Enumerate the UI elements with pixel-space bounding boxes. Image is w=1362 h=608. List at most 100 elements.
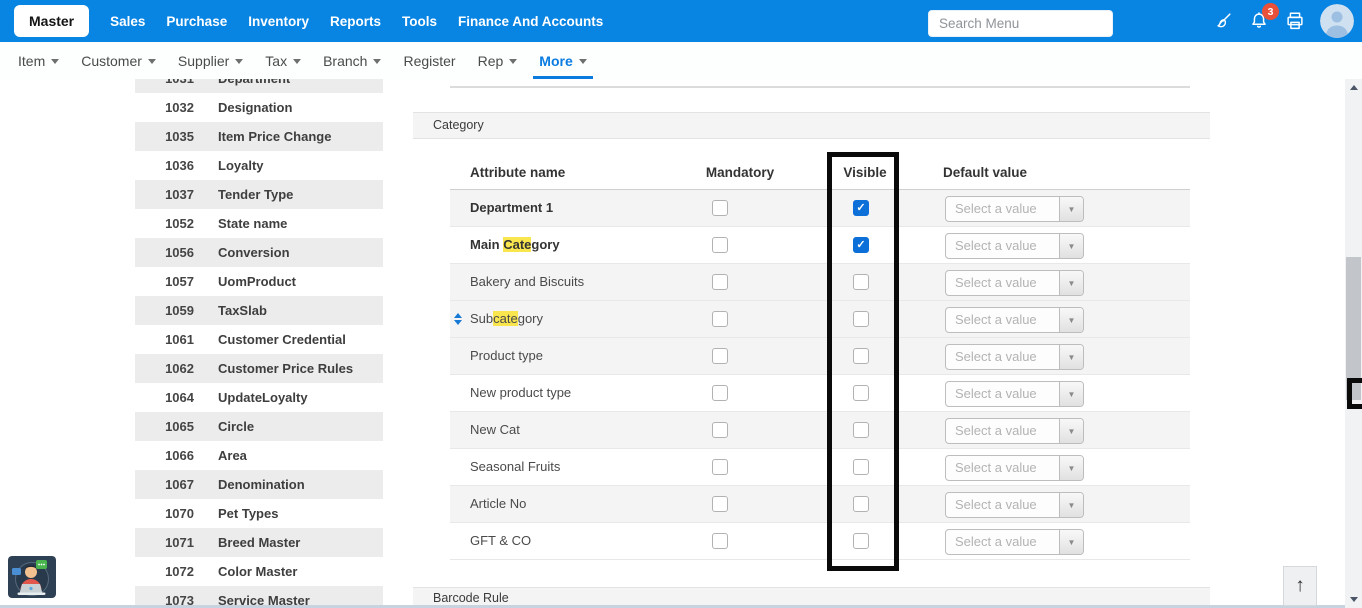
default-value-dropdown[interactable]: Select a value ▼ [945,381,1084,407]
default-value-dropdown[interactable]: Select a value ▼ [945,455,1084,481]
subnav-item-register[interactable]: Register [403,42,455,79]
subnav-item-label: Item [18,53,45,69]
sidebar-master-item-denomination[interactable]: 1067 Denomination [135,470,383,499]
sidebar-master-item-tender-type[interactable]: 1037 Tender Type [135,180,383,209]
sidebar-master-item-area[interactable]: 1066 Area [135,441,383,470]
mandatory-checkbox[interactable] [712,237,728,253]
sidebar-master-item-circle[interactable]: 1065 Circle [135,412,383,441]
visible-checkbox[interactable] [853,459,869,475]
subnav-item-more[interactable]: More [539,42,586,79]
visible-checkbox[interactable] [853,422,869,438]
topnav-item-sales[interactable]: Sales [110,14,145,29]
visible-checkbox[interactable] [853,311,869,327]
category-attribute-table: Attribute name Mandatory Visible Default… [450,160,1190,560]
topnav-item-tools[interactable]: Tools [402,14,437,29]
attribute-name: Bakery and Biscuits [470,264,584,300]
topnav-item-finance-and-accounts[interactable]: Finance And Accounts [458,14,603,29]
sidebar-master-item-updateloyalty[interactable]: 1064 UpdateLoyalty [135,383,383,412]
sidebar-master-item-state-name[interactable]: 1052 State name [135,209,383,238]
topnav-item-inventory[interactable]: Inventory [248,14,309,29]
sidebar-master-item-designation[interactable]: 1032 Designation [135,93,383,122]
printer-icon[interactable] [1284,10,1306,32]
visible-checkbox[interactable] [853,348,869,364]
sidebar-master-item-uomproduct[interactable]: 1057 UomProduct [135,267,383,296]
default-value-dropdown[interactable]: Select a value ▼ [945,418,1084,444]
table-body: Department 1 ✓ Select a value ▼ Main Cat… [450,190,1190,560]
attribute-row-new-product-type: New product type Select a value ▼ [450,375,1190,412]
mandatory-checkbox[interactable] [712,533,728,549]
sidebar-master-item-department[interactable]: 1031 Department [135,79,383,93]
master-item-label: UomProduct [218,274,296,289]
subnav-item-tax[interactable]: Tax [265,42,301,79]
sidebar-master-item-taxslab[interactable]: 1059 TaxSlab [135,296,383,325]
default-value-dropdown[interactable]: Select a value ▼ [945,270,1084,296]
master-item-id: 1065 [135,419,194,434]
scrollbar-down-arrow[interactable] [1345,591,1362,608]
topnav-item-purchase[interactable]: Purchase [166,14,227,29]
default-value-dropdown[interactable]: Select a value ▼ [945,529,1084,555]
master-item-id: 1072 [135,564,194,579]
dropdown-placeholder: Select a value [946,308,1059,332]
visible-checkbox[interactable] [853,533,869,549]
mandatory-checkbox[interactable] [712,422,728,438]
scrollbar-up-arrow[interactable] [1345,79,1362,96]
topnav-item-reports[interactable]: Reports [330,14,381,29]
mandatory-checkbox[interactable] [712,459,728,475]
master-item-label: TaxSlab [218,303,267,318]
default-value-dropdown[interactable]: Select a value ▼ [945,196,1084,222]
sidebar-master-item-loyalty[interactable]: 1036 Loyalty [135,151,383,180]
sidebar-master-item-conversion[interactable]: 1056 Conversion [135,238,383,267]
col-header-mandatory: Mandatory [694,165,786,180]
search-input[interactable] [928,10,1113,37]
mandatory-checkbox[interactable] [712,385,728,401]
topbar-icons: 3 [1212,0,1354,42]
subnav-item-supplier[interactable]: Supplier [178,42,243,79]
default-value-dropdown[interactable]: Select a value ▼ [945,307,1084,333]
scrollbar-thumb[interactable] [1346,257,1361,400]
master-list-sidebar: 1031 Department 1032 Designation 1035 It… [135,79,383,608]
subnav-item-label: More [539,53,572,69]
attribute-name: Main Category [470,227,560,263]
subnav-item-rep[interactable]: Rep [478,42,518,79]
sidebar-master-item-color-master[interactable]: 1072 Color Master [135,557,383,586]
subnav-item-item[interactable]: Item [18,42,59,79]
drag-handle-icon[interactable] [454,313,462,325]
dropdown-arrow-icon: ▼ [1059,345,1083,369]
sidebar-master-item-item-price-change[interactable]: 1035 Item Price Change [135,122,383,151]
mandatory-checkbox[interactable] [712,496,728,512]
chat-widget-avatar[interactable] [8,556,56,598]
mandatory-checkbox[interactable] [712,311,728,327]
attribute-row-product-type: Product type Select a value ▼ [450,338,1190,375]
mandatory-checkbox[interactable] [712,348,728,364]
subnav-item-branch[interactable]: Branch [323,42,381,79]
sidebar-master-item-breed-master[interactable]: 1071 Breed Master [135,528,383,557]
default-value-dropdown[interactable]: Select a value ▼ [945,492,1084,518]
sidebar-master-item-pet-types[interactable]: 1070 Pet Types [135,499,383,528]
subnav-item-customer[interactable]: Customer [81,42,156,79]
dropdown-placeholder: Select a value [946,456,1059,480]
master-item-id: 1066 [135,448,194,463]
sidebar-master-item-customer-credential[interactable]: 1061 Customer Credential [135,325,383,354]
sidebar-master-item-customer-price-rules[interactable]: 1062 Customer Price Rules [135,354,383,383]
brush-icon[interactable] [1212,10,1234,32]
master-item-label: Breed Master [218,535,300,550]
vertical-scrollbar[interactable] [1345,79,1362,608]
notifications[interactable]: 3 [1248,10,1270,32]
default-value-dropdown[interactable]: Select a value ▼ [945,344,1084,370]
visible-checkbox[interactable]: ✓ [853,200,869,216]
scroll-to-top-button[interactable]: ↑ [1283,566,1317,606]
mandatory-checkbox[interactable] [712,274,728,290]
default-value-dropdown[interactable]: Select a value ▼ [945,233,1084,259]
master-list: 1031 Department 1032 Designation 1035 It… [135,79,383,608]
visible-checkbox[interactable] [853,274,869,290]
mandatory-checkbox[interactable] [712,200,728,216]
dropdown-placeholder: Select a value [946,530,1059,554]
topnav-item-master[interactable]: Master [14,5,89,37]
dropdown-arrow-icon: ▼ [1059,530,1083,554]
visible-checkbox[interactable]: ✓ [853,237,869,253]
user-avatar[interactable] [1320,4,1354,38]
visible-checkbox[interactable] [853,385,869,401]
dropdown-arrow-icon: ▼ [1059,493,1083,517]
table-header-row: Attribute name Mandatory Visible Default… [450,160,1190,190]
visible-checkbox[interactable] [853,496,869,512]
